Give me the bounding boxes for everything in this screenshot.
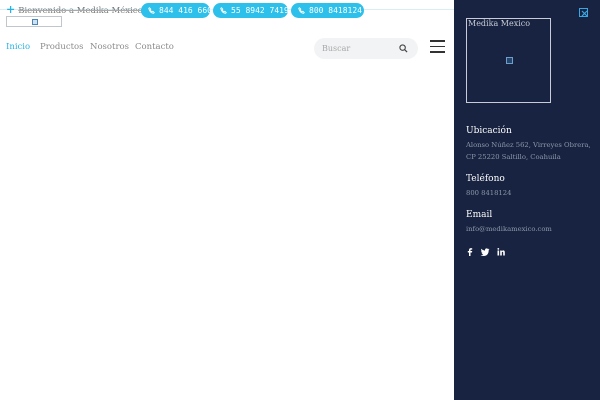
search-input[interactable] bbox=[322, 42, 392, 55]
close-icon[interactable] bbox=[579, 8, 588, 17]
nav-item-inicio[interactable]: Inicio bbox=[6, 42, 30, 52]
location-heading: Ubicación bbox=[466, 126, 512, 136]
address-line-2: CP 25220 Saltillo, Coahuila bbox=[466, 153, 561, 161]
search-box bbox=[314, 38, 418, 59]
phone-icon bbox=[298, 7, 305, 14]
top-bar: + Bienvenido a Medika México. 844 416 660… bbox=[0, 0, 454, 18]
search-icon[interactable] bbox=[399, 44, 408, 53]
broken-image-icon bbox=[506, 57, 513, 64]
menu-icon[interactable] bbox=[430, 40, 445, 53]
phone-icon bbox=[148, 7, 155, 14]
phone-heading: Teléfono bbox=[466, 174, 505, 184]
facebook-icon[interactable] bbox=[465, 247, 475, 257]
panel-logo-alt: Medika Mexico bbox=[468, 19, 531, 28]
welcome-text: Bienvenido a Medika México. bbox=[18, 6, 146, 16]
phone-number: 844 416 6608 bbox=[159, 6, 217, 15]
phone-icon bbox=[220, 7, 227, 14]
plus-icon: + bbox=[6, 3, 16, 16]
email-heading: Email bbox=[466, 210, 493, 220]
address-line-1: Alonso Núñez 562, Virreyes Obrera, bbox=[466, 141, 591, 149]
phone-button-1[interactable]: 844 416 6608 bbox=[141, 3, 217, 18]
welcome-message: + Bienvenido a Medika México. bbox=[6, 3, 145, 16]
main-nav: Inicio Productos Nosotros Contacto bbox=[0, 38, 454, 60]
side-panel: Medika Mexico Ubicación Alonso Núñez 562… bbox=[454, 0, 600, 400]
phone-button-2[interactable]: 55 8942 7419 bbox=[213, 3, 289, 18]
phone-number: 800 8418124 bbox=[309, 6, 362, 15]
broken-image-icon bbox=[32, 19, 38, 25]
nav-item-productos[interactable]: Productos bbox=[40, 42, 83, 52]
linkedin-icon[interactable] bbox=[496, 247, 506, 257]
panel-logo: Medika Mexico bbox=[466, 18, 551, 103]
phone-button-3[interactable]: 800 8418124 bbox=[291, 3, 364, 18]
phone-number: 55 8942 7419 bbox=[231, 6, 289, 15]
twitter-icon[interactable] bbox=[480, 247, 490, 257]
site-logo[interactable] bbox=[6, 16, 62, 27]
panel-phone[interactable]: 800 8418124 bbox=[466, 187, 511, 199]
nav-item-contacto[interactable]: Contacto bbox=[135, 42, 174, 52]
panel-email[interactable]: info@medikamexico.com bbox=[466, 223, 552, 235]
nav-item-nosotros[interactable]: Nosotros bbox=[90, 42, 129, 52]
page: + Bienvenido a Medika México. 844 416 660… bbox=[0, 0, 600, 400]
